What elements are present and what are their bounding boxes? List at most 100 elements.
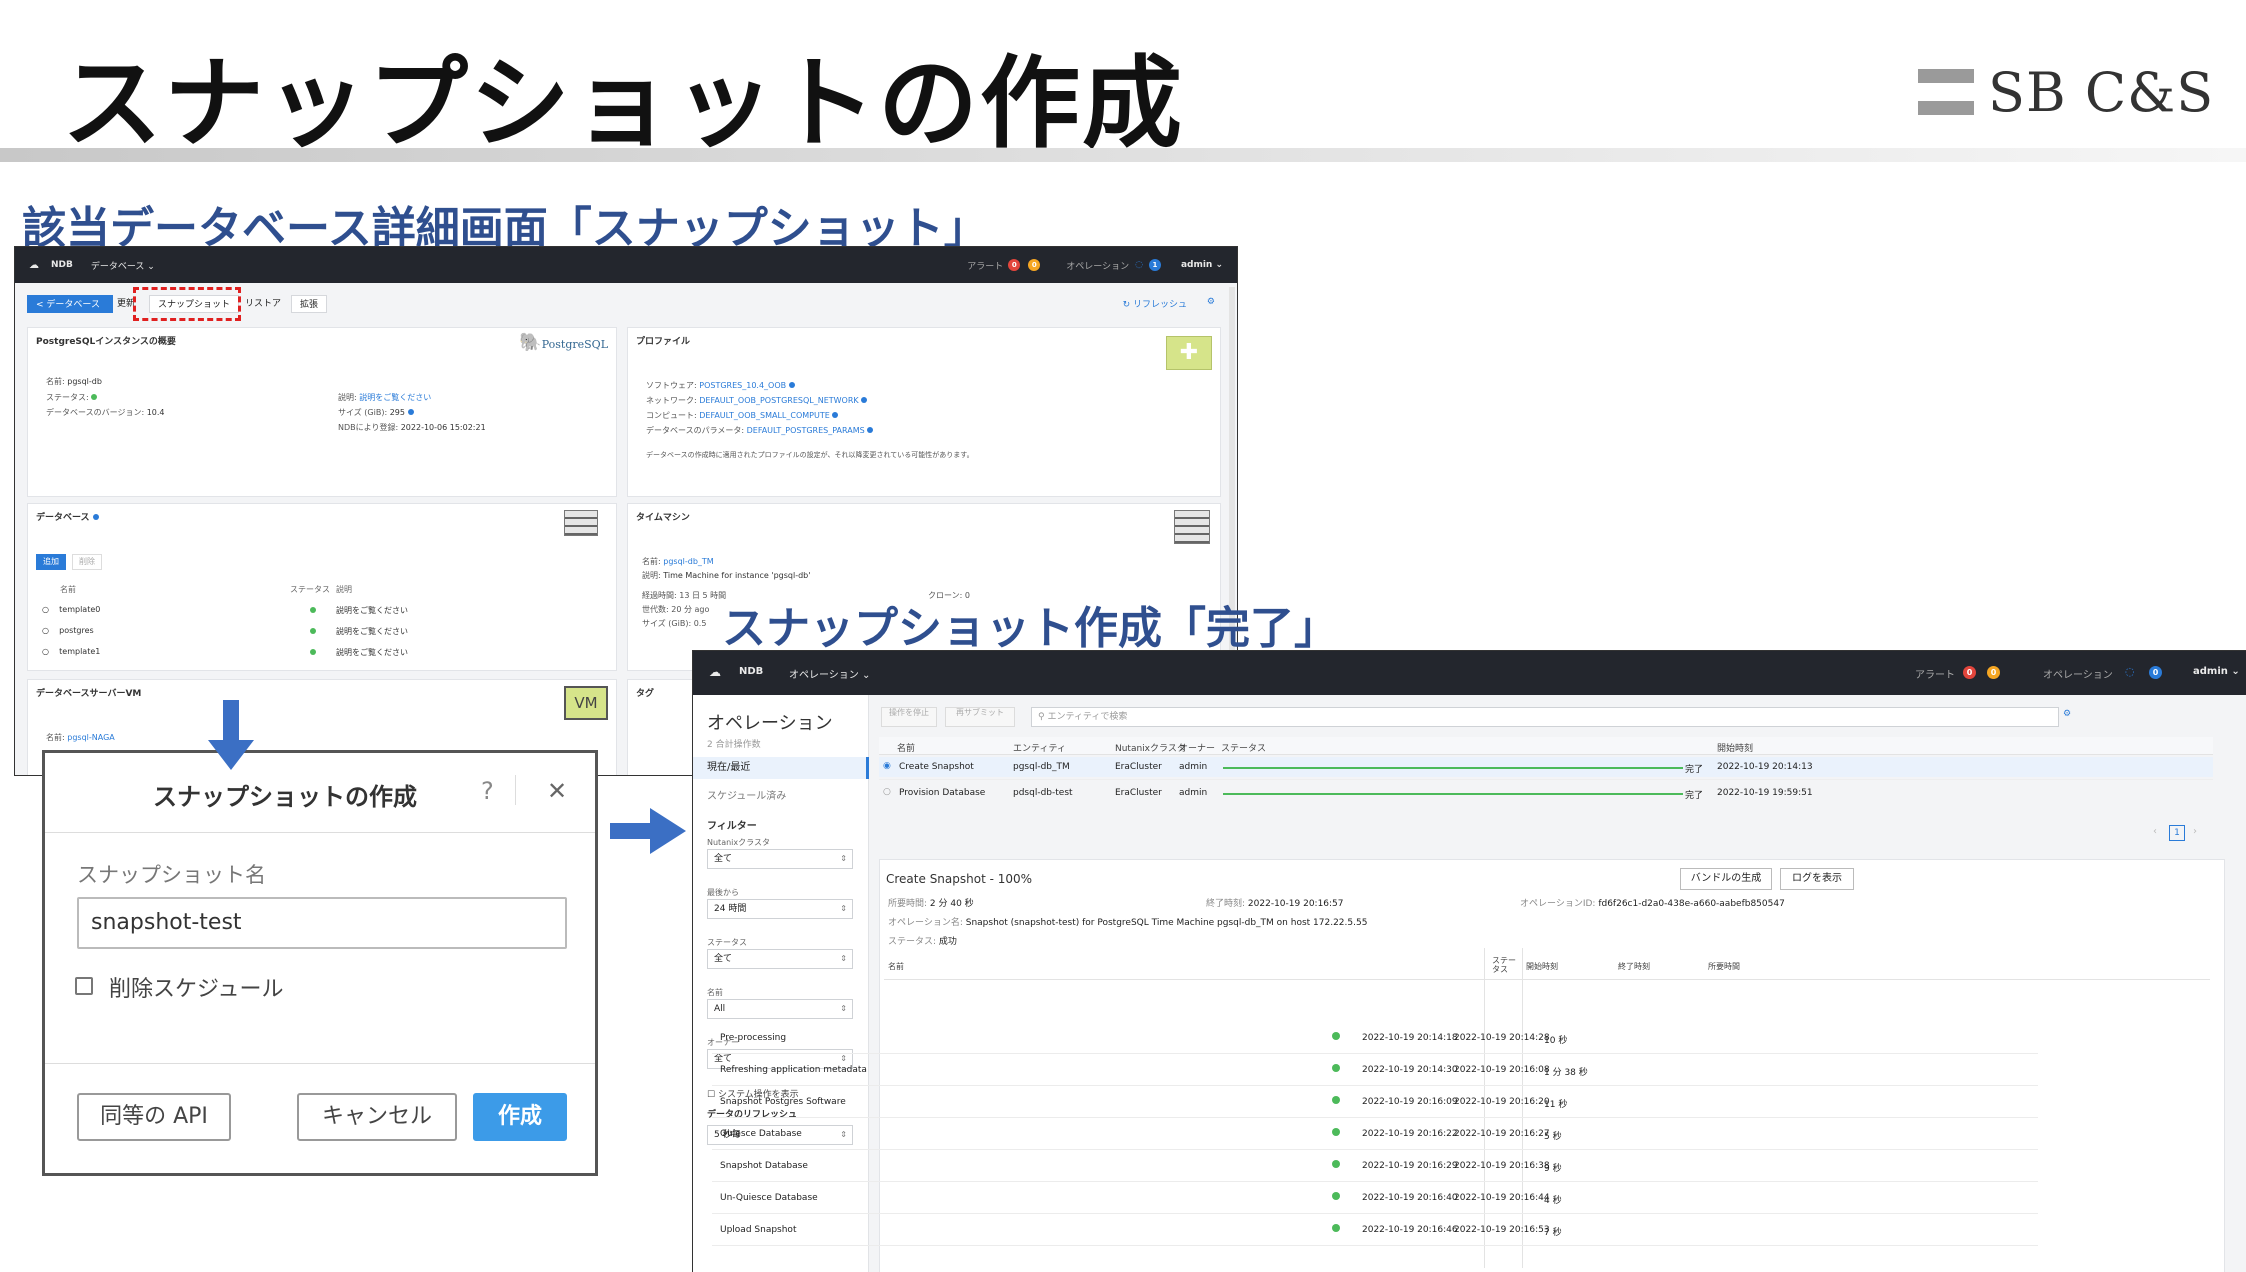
summary-status: ステータス: <box>46 392 98 403</box>
op-entity: pdsql-db-test <box>1013 788 1073 798</box>
table-row[interactable]: Un-Quiesce Database 2022-10-19 20:16:40 20… <box>712 1182 2038 1214</box>
filter-heading: フィルター <box>707 821 757 832</box>
step-col-end: 終了時刻 <box>1618 962 1650 971</box>
alerts-label[interactable]: アラート <box>967 259 1003 272</box>
delete-database-button[interactable]: 削除 <box>72 554 102 570</box>
step-start: 2022-10-19 20:16:46 <box>1362 1225 1458 1235</box>
op-name[interactable]: Create Snapshot <box>899 762 974 772</box>
pagination-page[interactable]: 1 <box>2169 825 2185 841</box>
back-to-databases-button[interactable]: < データベース <box>27 295 113 313</box>
add-database-button[interactable]: 追加 <box>36 554 66 570</box>
row-radio-icon[interactable]: ◉ <box>883 761 891 771</box>
databases-title: データベース <box>36 510 99 523</box>
right-arrow-icon <box>610 808 686 854</box>
col-status[interactable]: ステータス <box>1221 741 1266 754</box>
vm-icon: VM <box>564 686 608 720</box>
user-menu[interactable]: admin ⌄ <box>2193 666 2240 677</box>
op-name[interactable]: Provision Database <box>899 788 985 798</box>
step-duration: 7 秒 <box>1544 1228 1562 1238</box>
tm-name: 名前: pgsql-db_TM <box>642 557 714 566</box>
alert-warning-badge[interactable]: 0 <box>1028 259 1041 271</box>
settings-gear-icon[interactable]: ⚙ <box>2063 709 2071 719</box>
col-owner[interactable]: オーナー <box>1179 741 1215 754</box>
step-name: Upload Snapshot <box>720 1225 797 1235</box>
op-status: 完了 <box>1685 765 1704 775</box>
help-icon[interactable]: ? <box>481 777 494 805</box>
tab-restore[interactable]: リストア <box>237 295 289 313</box>
col-name[interactable]: 名前 <box>897 741 915 754</box>
table-row[interactable]: Pre-processing 2022-10-19 20:14:18 2022-10… <box>712 1022 2038 1054</box>
close-icon[interactable]: ✕ <box>547 777 567 805</box>
step-end: 2022-10-19 20:16:44 <box>1454 1193 1550 1203</box>
down-arrow-icon <box>208 700 254 770</box>
tab-extend[interactable]: 拡張 <box>291 295 328 313</box>
entity-search-input[interactable]: ⚲ エンティティで検索 <box>1031 707 2059 727</box>
settings-gear-icon[interactable]: ⚙ <box>1207 297 1215 307</box>
table-row[interactable]: ○ postgres <box>42 626 94 635</box>
tm-line: 経過時間: 13 日 5 時間 <box>642 591 727 600</box>
tm-line: サイズ (GiB): 0.5 <box>642 619 707 628</box>
alert-warning-badge[interactable]: 0 <box>1987 666 2000 679</box>
col-cluster[interactable]: Nutanixクラスタ <box>1115 741 1186 754</box>
sidebar-item-scheduled[interactable]: スケジュール済み <box>707 787 786 802</box>
row-radio-icon[interactable]: ○ <box>883 787 891 797</box>
snapshot-name-label: スナップショット名 <box>77 863 266 887</box>
operations-label[interactable]: オペレーション <box>2043 666 2113 681</box>
step-end: 2022-10-19 20:16:53 <box>1454 1225 1550 1235</box>
step-start: 2022-10-19 20:16:29 <box>1362 1161 1458 1171</box>
filter-cluster-select[interactable]: 全て <box>707 849 853 869</box>
ops-table-header <box>879 737 2213 755</box>
view-logs-button[interactable]: ログを表示 <box>1780 868 1854 890</box>
next-page-icon[interactable]: › <box>2193 826 2197 837</box>
logo-bars-icon <box>1918 69 1974 115</box>
table-row[interactable]: Refreshing application metadata 2022-10-1… <box>712 1054 2038 1086</box>
snapshot-name-input[interactable]: snapshot-test <box>77 897 567 949</box>
operations-label[interactable]: オペレーション <box>1066 259 1129 272</box>
table-row[interactable]: ○ template1 <box>42 647 100 656</box>
alert-critical-badge[interactable]: 0 <box>1008 259 1021 271</box>
db-desc: 説明をご覧ください <box>336 648 408 657</box>
table-row[interactable]: Snapshot Database 2022-10-19 20:16:29 2022… <box>712 1150 2038 1182</box>
table-row[interactable]: Upload Snapshot 2022-10-19 20:16:46 2022-1… <box>712 1214 2038 1246</box>
operations-badge[interactable]: 1 <box>1148 259 1161 271</box>
col-name: 名前 <box>60 585 76 594</box>
ndb-logo-icon: ☁ <box>709 665 721 679</box>
profile-note: データベースの作成時に適用されたプロファイルの設定が、それ以降変更されている可能… <box>646 451 974 459</box>
filter-status-select[interactable]: 全て <box>707 949 853 969</box>
operations-badge[interactable]: 0 <box>2149 666 2162 679</box>
alert-critical-badge[interactable]: 0 <box>1963 666 1976 679</box>
status-ok-icon <box>310 649 316 655</box>
timemachine-title: タイムマシン <box>636 513 690 523</box>
abort-operation-button[interactable]: 操作を停止 <box>881 707 937 727</box>
filter-name-select[interactable]: All <box>707 999 853 1019</box>
detail-duration: 所要時間: 2 分 40 秒 <box>888 899 974 909</box>
search-icon: ⚲ <box>1038 712 1045 722</box>
col-start[interactable]: 開始時刻 <box>1717 741 1753 754</box>
delete-schedule-checkbox[interactable] <box>75 977 93 995</box>
sidebar-count: 2 合計操作数 <box>707 740 761 750</box>
step-start: 2022-10-19 20:14:18 <box>1362 1033 1458 1043</box>
prev-page-icon[interactable]: ‹ <box>2153 826 2157 837</box>
step-status-ok-icon <box>1332 1192 1340 1200</box>
nav-menu[interactable]: オペレーション ⌄ <box>789 666 870 681</box>
alerts-label[interactable]: アラート <box>1915 666 1955 681</box>
cancel-button[interactable]: キャンセル <box>297 1093 457 1141</box>
filter-name-label: 名前 <box>707 988 723 997</box>
table-row[interactable]: Quiesce Database 2022-10-19 20:16:22 2022-… <box>712 1118 2038 1150</box>
profile-title: プロファイル <box>636 337 691 347</box>
filter-recent-select[interactable]: 24 時間 <box>707 899 853 919</box>
table-row[interactable]: ○ template0 <box>42 605 100 614</box>
step-name: Refreshing application metadata <box>720 1065 867 1075</box>
profile-network: ネットワーク: DEFAULT_OOB_POSTGRESQL_NETWORK <box>646 395 868 406</box>
col-entity[interactable]: エンティティ <box>1013 741 1066 754</box>
equivalent-api-button[interactable]: 同等の API <box>77 1093 231 1141</box>
resubmit-button[interactable]: 再サブミット <box>945 707 1015 727</box>
summary-title: PostgreSQLインスタンスの概要 <box>36 337 176 347</box>
table-row[interactable]: Snapshot Postgres Software 2022-10-19 20:… <box>712 1086 2038 1118</box>
nav-menu[interactable]: データベース ⌄ <box>91 259 155 272</box>
refresh-link[interactable]: ↻ リフレッシュ <box>1123 297 1187 310</box>
sidebar-item-current[interactable]: 現在/最近 <box>693 757 869 779</box>
user-menu[interactable]: admin ⌄ <box>1181 260 1223 270</box>
generate-bundle-button[interactable]: バンドルの生成 <box>1680 868 1772 890</box>
create-button[interactable]: 作成 <box>473 1093 567 1141</box>
